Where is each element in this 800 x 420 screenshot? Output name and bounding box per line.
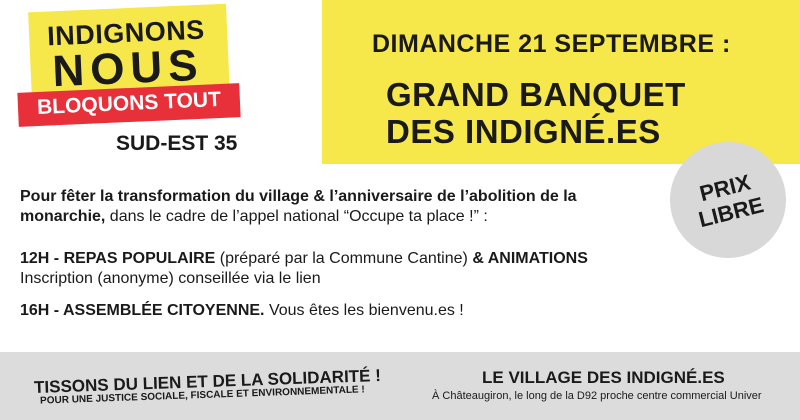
logo-region: SUD-EST 35: [116, 132, 238, 155]
schedule-detail: (préparé par la Commune Cantine): [215, 250, 473, 267]
footer-venue-address: À Châteaugiron, le long de la D92 proche…: [432, 390, 762, 402]
schedule-item: 16H - ASSEMBLÉE CITOYENNE. Vous êtes les…: [20, 301, 464, 321]
schedule-title: 16H - ASSEMBLÉE CITOYENNE.: [20, 302, 265, 319]
footer-band: TISSONS DU LIEN ET DE LA SOLIDARITÉ ! PO…: [0, 352, 800, 420]
event-title-line1: GRAND BANQUET: [386, 76, 686, 113]
event-title-line2: DES INDIGNÉ.ES: [386, 113, 661, 150]
intro-paragraph: Pour fêter la transformation du village …: [20, 187, 660, 227]
schedule-detail: Vous êtes les bienvenu.es !: [264, 302, 464, 319]
schedule-note: Inscription (anonyme) conseillée via le …: [20, 270, 321, 287]
event-title: GRAND BANQUET DES INDIGNÉ.ES: [386, 76, 686, 150]
footer-venue-title: LE VILLAGE DES INDIGNÉ.ES: [482, 368, 725, 387]
event-date: DIMANCHE 21 SEPTEMBRE :: [372, 30, 731, 58]
price-badge: PRIX LIBRE: [670, 142, 786, 258]
intro-normal: dans le cadre de l’appel national “Occup…: [105, 208, 488, 225]
schedule-title: 12H - REPAS POPULAIRE: [20, 250, 216, 267]
schedule-extra: & ANIMATIONS: [472, 250, 588, 267]
movement-logo: INDIGNONS NOUS BLOQUONS TOUT SUD-EST 35: [0, 0, 300, 170]
schedule-item: 12H - REPAS POPULAIRE (préparé par la Co…: [20, 249, 588, 289]
